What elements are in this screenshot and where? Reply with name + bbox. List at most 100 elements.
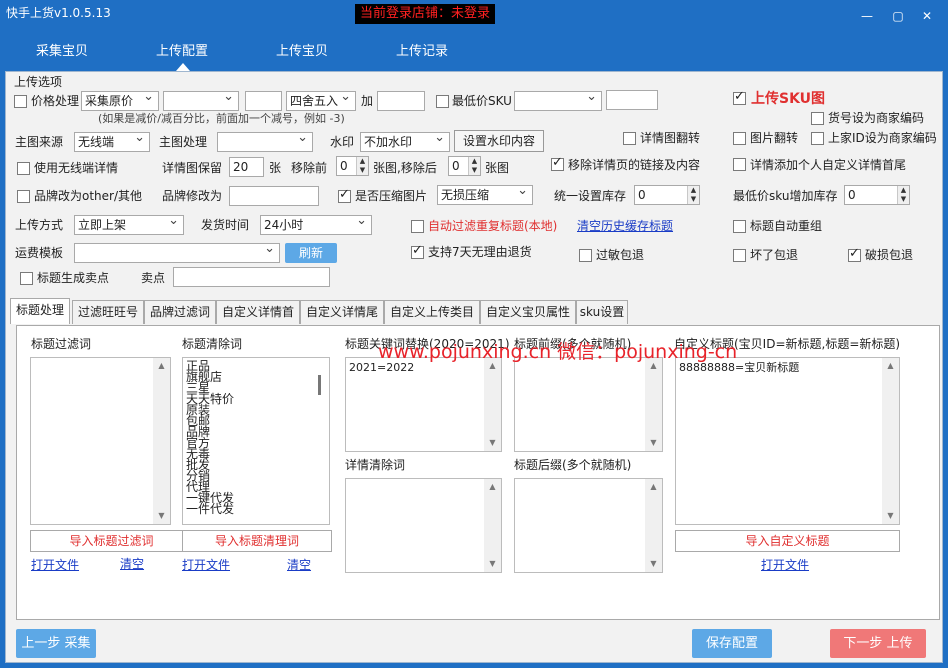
plus-value-input[interactable]	[377, 91, 425, 111]
next-step-button[interactable]: 下一步 上传	[830, 629, 926, 658]
clear-clear-link[interactable]: 清空	[287, 556, 311, 574]
subtab-custom-category[interactable]: 自定义上传类目	[384, 300, 480, 324]
seven-day-checkbox[interactable]	[411, 243, 424, 259]
subtab-brand-filter[interactable]: 品牌过滤词	[144, 300, 216, 324]
brand-other-label: 品牌改为other/其他	[34, 189, 143, 203]
remove-back-spinner[interactable]: 0 ▲ ▼	[448, 156, 481, 176]
ship-time-label: 发货时间	[201, 218, 250, 232]
watermark-select[interactable]: 不加水印	[360, 129, 450, 152]
keyword-replace-scrollbar[interactable]: ▲ ▼	[484, 358, 501, 451]
nav-tab-collect[interactable]: 采集宝贝	[36, 40, 88, 59]
price-value-input[interactable]	[245, 91, 282, 111]
detail-flip-checkbox[interactable]	[623, 132, 636, 145]
detail-clear-scrollbar[interactable]: ▲ ▼	[484, 479, 501, 572]
refresh-button[interactable]: 刷新	[285, 243, 337, 263]
title-regroup-checkbox[interactable]	[733, 220, 746, 233]
upload-sku-img-checkbox[interactable]	[733, 89, 746, 105]
filter-open-file-link[interactable]: 打开文件	[31, 556, 79, 574]
clear-cache-link[interactable]: 清空历史缓存标题	[577, 217, 673, 235]
detail-keep-input[interactable]: 20	[229, 157, 264, 177]
shop-id-checkbox[interactable]	[811, 132, 824, 145]
import-filter-button[interactable]: 导入标题过滤词	[30, 530, 193, 552]
clear-open-file-link[interactable]: 打开文件	[182, 556, 230, 574]
clear-words-scrollbar[interactable]	[312, 358, 329, 524]
goods-no-checkbox[interactable]	[811, 112, 824, 125]
price-source-select[interactable]: 采集原价	[81, 88, 159, 111]
img-flip-label: 图片翻转	[750, 131, 799, 145]
import-clear-button[interactable]: 导入标题清理词	[182, 530, 332, 552]
upload-mode-select[interactable]: 立即上架	[74, 212, 184, 235]
min-sku-checkbox[interactable]	[436, 95, 449, 108]
min-sku-stock-spinner[interactable]: 0 ▲ ▼	[844, 185, 910, 205]
selling-input[interactable]	[173, 267, 330, 287]
save-config-button[interactable]: 保存配置	[692, 629, 772, 658]
watermark-settings-button[interactable]: 设置水印内容	[454, 130, 544, 152]
filter-words-textarea[interactable]: ▲ ▼	[30, 357, 171, 525]
wireless-detail-label: 使用无线端详情	[34, 161, 119, 175]
brand-modify-input[interactable]	[229, 186, 319, 206]
brand-other-checkbox[interactable]	[17, 190, 30, 203]
rounding-select[interactable]: 四舍五入	[286, 88, 356, 111]
title-bar: 快手上货v1.0.5.13 当前登录店铺：未登录 — ▢ ✕	[0, 0, 948, 30]
auto-filter-checkbox[interactable]	[411, 220, 424, 233]
title-process-panel: 标题过滤词 ▲ ▼ 导入标题过滤词 打开文件 清空 标题清除词 正品 旗舰店 三星 天天…	[16, 325, 940, 620]
allergy-label: 过敏包退	[596, 248, 645, 262]
allergy-checkbox[interactable]	[579, 249, 592, 262]
freight-select[interactable]	[74, 240, 280, 263]
wireless-detail-checkbox[interactable]	[17, 162, 30, 175]
subtab-custom-detail-head[interactable]: 自定义详情首	[216, 300, 300, 324]
subtab-title-process[interactable]: 标题处理	[10, 298, 70, 324]
min-sku-select[interactable]	[514, 88, 602, 111]
minimize-icon[interactable]: —	[860, 9, 874, 23]
suffix-scrollbar[interactable]: ▲ ▼	[645, 479, 662, 572]
main-img-source-select[interactable]: 无线端	[74, 129, 150, 152]
import-custom-title-button[interactable]: 导入自定义标题	[675, 530, 900, 552]
nav-tab-upload-items[interactable]: 上传宝贝	[276, 40, 328, 59]
nav-tab-upload-config[interactable]: 上传配置	[156, 40, 208, 59]
price-op-select[interactable]	[163, 88, 239, 111]
zhang-label: 张	[269, 161, 282, 175]
img-flip-checkbox[interactable]	[733, 132, 746, 145]
close-icon[interactable]: ✕	[920, 9, 934, 23]
clear-words-textarea[interactable]: 正品 旗舰店 三星 天天特价 原装 包邮 品牌 官方 无毒 批发 分销 代理 一键代发 一件代发	[182, 357, 330, 525]
damage-checkbox[interactable]	[848, 246, 861, 262]
main-img-process-select[interactable]	[217, 129, 313, 152]
main-nav: 采集宝贝 上传配置 上传宝贝 上传记录	[0, 30, 948, 71]
ship-time-select[interactable]: 24小时	[260, 212, 372, 235]
broken-checkbox[interactable]	[733, 249, 746, 262]
maximize-icon[interactable]: ▢	[891, 9, 905, 23]
remove-end-label: 张图	[485, 161, 510, 175]
custom-open-file-link[interactable]: 打开文件	[761, 556, 809, 574]
subtab-filter-wangwang[interactable]: 过滤旺旺号	[72, 300, 144, 324]
nav-tab-upload-log[interactable]: 上传记录	[396, 40, 448, 59]
remove-links-checkbox[interactable]	[551, 155, 564, 171]
subtab-custom-detail-tail[interactable]: 自定义详情尾	[300, 300, 384, 324]
price-process-checkbox[interactable]	[14, 95, 27, 108]
selling-label: 卖点	[141, 271, 166, 285]
prefix-textarea[interactable]: ▲ ▼	[514, 357, 663, 452]
suffix-textarea[interactable]: ▲ ▼	[514, 478, 663, 573]
upload-mode-label: 上传方式	[15, 218, 64, 232]
filter-words-scrollbar[interactable]: ▲ ▼	[153, 358, 170, 524]
gen-selling-checkbox[interactable]	[20, 272, 33, 285]
custom-detail-checkbox[interactable]	[733, 158, 746, 171]
subtab-custom-attributes[interactable]: 自定义宝贝属性	[480, 300, 576, 324]
auto-filter-label: 自动过滤重复标题(本地)	[428, 219, 558, 233]
detail-clear-textarea[interactable]: ▲ ▼	[345, 478, 502, 573]
upload-sku-img-label: 上传SKU图	[751, 91, 826, 107]
remove-front-spinner[interactable]: 0 ▲ ▼	[336, 156, 369, 176]
subtab-sku-settings[interactable]: sku设置	[576, 300, 628, 324]
prev-step-button[interactable]: 上一步 采集	[16, 629, 96, 658]
compress-select[interactable]: 无损压缩	[437, 182, 533, 205]
compress-checkbox[interactable]	[338, 187, 351, 203]
watermark-text: www.pojunxing.cn 微信：pojunxing-cn	[378, 341, 738, 363]
custom-title-textarea[interactable]: 88888888=宝贝新标题 ▲ ▼	[675, 357, 900, 525]
watermark-label: 水印	[330, 135, 355, 149]
min-sku-label: 最低价SKU	[452, 94, 512, 108]
filter-clear-link[interactable]: 清空	[120, 555, 144, 573]
prefix-scrollbar[interactable]: ▲ ▼	[645, 358, 662, 451]
min-sku-input[interactable]	[606, 90, 658, 110]
keyword-replace-textarea[interactable]: 2021=2022 ▲ ▼	[345, 357, 502, 452]
unify-stock-spinner[interactable]: 0 ▲ ▼	[634, 185, 700, 205]
custom-title-scrollbar[interactable]: ▲ ▼	[882, 358, 899, 524]
